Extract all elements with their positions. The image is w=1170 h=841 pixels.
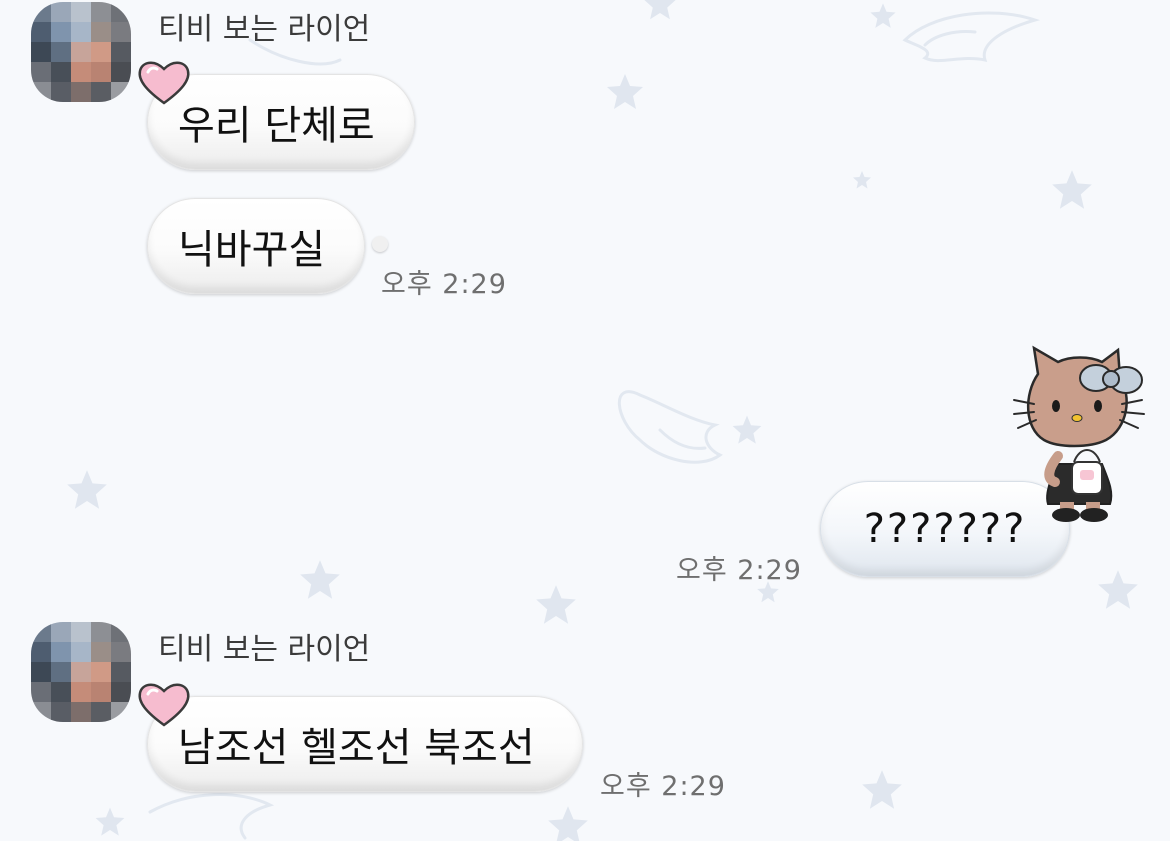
message-text: 남조선 헬조선 북조선 bbox=[178, 725, 535, 771]
message-time: 오후 2:29 bbox=[600, 771, 726, 802]
pixelated-avatar-icon bbox=[31, 622, 131, 722]
message-bubble[interactable]: 남조선 헬조선 북조선 bbox=[147, 696, 583, 792]
message-text: 우리 단체로 bbox=[178, 103, 375, 149]
hello-kitty-sticker-icon bbox=[1013, 345, 1145, 522]
message-text: 닉바꾸실 bbox=[178, 227, 326, 273]
pixelated-avatar-icon bbox=[31, 2, 131, 102]
avatar[interactable] bbox=[31, 2, 131, 102]
message-time: 오후 2:29 bbox=[676, 555, 802, 586]
bubble-tail-dot bbox=[372, 236, 388, 252]
avatar[interactable] bbox=[31, 622, 131, 722]
message-bubble[interactable]: 닉바꾸실 bbox=[147, 198, 365, 294]
heart-icon bbox=[138, 61, 190, 105]
message-time: 오후 2:29 bbox=[381, 269, 507, 300]
heart-icon bbox=[138, 683, 190, 727]
message-text: ??????? bbox=[863, 506, 1027, 552]
sender-name: 티비 보는 라이언 bbox=[158, 12, 371, 47]
sender-name: 티비 보는 라이언 bbox=[158, 632, 371, 667]
